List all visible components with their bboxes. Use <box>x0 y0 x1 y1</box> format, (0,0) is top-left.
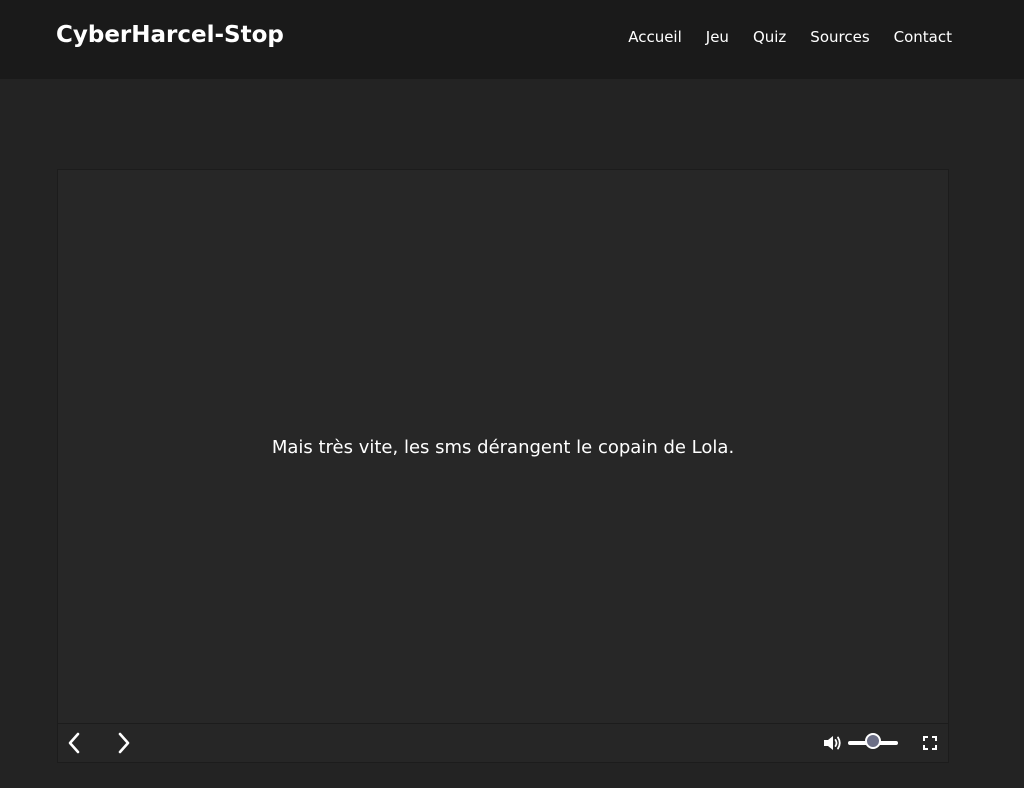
site-brand[interactable]: CyberHarcel-Stop <box>56 22 284 48</box>
volume-slider[interactable] <box>848 733 898 749</box>
volume-thumb[interactable] <box>865 733 881 749</box>
nav-link-contact[interactable]: Contact <box>894 28 952 46</box>
chevron-left-icon <box>68 732 80 754</box>
player-controls <box>58 723 948 762</box>
chevron-right-icon <box>118 732 130 754</box>
fullscreen-button[interactable] <box>917 730 943 756</box>
story-player: Mais très vite, les sms dérangent le cop… <box>57 169 949 763</box>
next-button[interactable] <box>111 730 137 756</box>
speaker-icon <box>824 736 841 750</box>
nav-link-sources[interactable]: Sources <box>810 28 869 46</box>
nav-menu: Accueil Jeu Quiz Sources Contact <box>628 28 952 46</box>
nav-link-quiz[interactable]: Quiz <box>753 28 786 46</box>
previous-button[interactable] <box>61 730 87 756</box>
fullscreen-icon <box>923 736 937 750</box>
navbar: CyberHarcel-Stop Accueil Jeu Quiz Source… <box>0 0 1024 79</box>
story-stage: Mais très vite, les sms dérangent le cop… <box>58 170 948 725</box>
nav-link-accueil[interactable]: Accueil <box>628 28 682 46</box>
story-caption: Mais très vite, les sms dérangent le cop… <box>271 437 735 458</box>
nav-link-jeu[interactable]: Jeu <box>706 28 729 46</box>
mute-button[interactable] <box>820 730 846 756</box>
